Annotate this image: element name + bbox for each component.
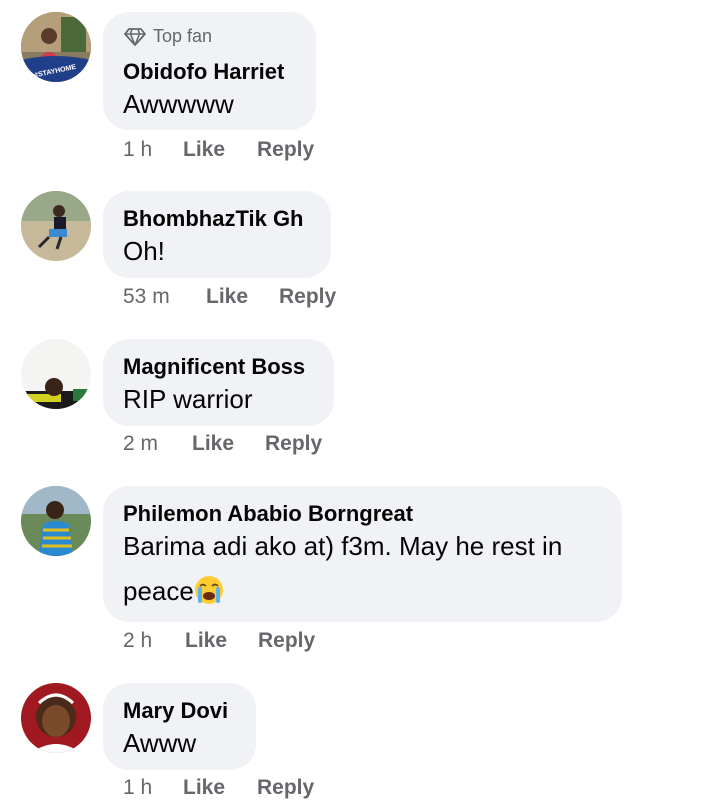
badge-label: Top fan bbox=[153, 26, 213, 46]
comment-bubble[interactable]: Philemon Ababio Borngreat Barima adi ako… bbox=[103, 486, 622, 622]
comment-bubble[interactable]: Top fan Obidofo Harriet Awwwww bbox=[103, 12, 316, 130]
reply-button[interactable]: Reply bbox=[257, 138, 314, 162]
comment-bubble[interactable]: Mary Dovi Awww bbox=[103, 683, 256, 770]
comment-time[interactable]: 2 h bbox=[123, 629, 152, 653]
comment-time[interactable]: 1 h bbox=[123, 138, 152, 162]
comment-bubble[interactable]: BhombhazTik Gh Oh! bbox=[103, 191, 331, 278]
reply-button[interactable]: Reply bbox=[265, 432, 322, 456]
reply-button[interactable]: Reply bbox=[279, 285, 336, 309]
reply-button[interactable]: Reply bbox=[258, 629, 315, 653]
avatar[interactable] bbox=[21, 191, 91, 261]
comment-text: Oh! bbox=[123, 236, 165, 266]
top-fan-badge: Top fan bbox=[124, 26, 212, 47]
comment-text-line-2: peace bbox=[123, 576, 194, 606]
comment-text: RIP warrior bbox=[123, 384, 253, 414]
avatar[interactable] bbox=[21, 683, 91, 753]
comment-time[interactable]: 1 h bbox=[123, 776, 152, 800]
like-button[interactable]: Like bbox=[185, 629, 227, 653]
comment-bubble[interactable]: Magnificent Boss RIP warrior bbox=[103, 339, 334, 426]
diamond-icon bbox=[124, 27, 146, 46]
avatar-image: #STAYHOME bbox=[21, 12, 91, 82]
like-button[interactable]: Like bbox=[206, 285, 248, 309]
avatar[interactable] bbox=[21, 486, 91, 556]
comment-text-line: peace bbox=[123, 569, 224, 613]
loudly-crying-face-icon bbox=[194, 576, 223, 604]
avatar[interactable]: #STAYHOME bbox=[21, 12, 91, 82]
comment-text-line: Barima adi ako at) f3m. May he rest in bbox=[123, 531, 563, 561]
like-button[interactable]: Like bbox=[183, 776, 225, 800]
comment-time[interactable]: 53 m bbox=[123, 285, 170, 309]
avatar[interactable] bbox=[21, 339, 91, 409]
avatar-image bbox=[21, 486, 91, 556]
like-button[interactable]: Like bbox=[192, 432, 234, 456]
avatar-image bbox=[21, 339, 91, 409]
avatar-image bbox=[21, 683, 91, 753]
comment-text: Awww bbox=[123, 728, 197, 758]
comment-time[interactable]: 2 m bbox=[123, 432, 158, 456]
like-button[interactable]: Like bbox=[183, 138, 225, 162]
comment-text: Awwwww bbox=[123, 89, 234, 119]
reply-button[interactable]: Reply bbox=[257, 776, 314, 800]
avatar-image bbox=[21, 191, 91, 261]
